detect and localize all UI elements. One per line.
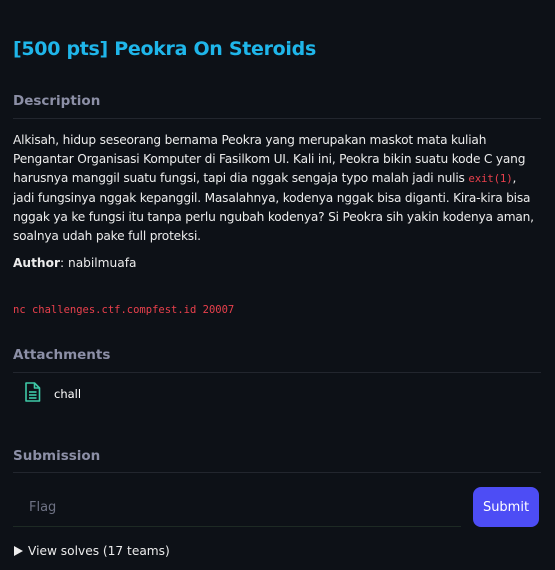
attachments-heading: Attachments [13, 347, 111, 363]
description-heading: Description [13, 93, 101, 109]
description-text-part1: Alkisah, hidup seseorang bernama Peokra … [13, 133, 526, 186]
submission-heading: Submission [13, 448, 101, 464]
view-solves-label[interactable]: View solves (17 teams) [28, 544, 170, 558]
author-line: Author: nabilmuafa [13, 256, 137, 270]
author-label: Author [13, 256, 60, 270]
flag-input[interactable] [13, 489, 461, 527]
view-solves-toggle[interactable]: View solves (17 teams) [14, 544, 170, 558]
file-icon [24, 382, 41, 405]
attachment-name[interactable]: chall [54, 387, 81, 401]
challenge-page: [500 pts] Peokra On Steroids Description… [0, 0, 555, 570]
submission-divider [13, 472, 541, 473]
description-text: Alkisah, hidup seseorang bernama Peokra … [13, 131, 540, 246]
triangle-right-icon [14, 546, 23, 556]
attachments-divider [13, 372, 541, 373]
attachment-chall[interactable]: chall [24, 382, 81, 405]
author-value: : nabilmuafa [60, 256, 137, 270]
description-divider [13, 118, 541, 119]
connection-command: nc challenges.ctf.compfest.id 20007 [13, 304, 235, 316]
challenge-title: [500 pts] Peokra On Steroids [13, 38, 316, 60]
submit-button[interactable]: Submit [473, 487, 539, 527]
inline-code: exit(1) [468, 172, 513, 186]
